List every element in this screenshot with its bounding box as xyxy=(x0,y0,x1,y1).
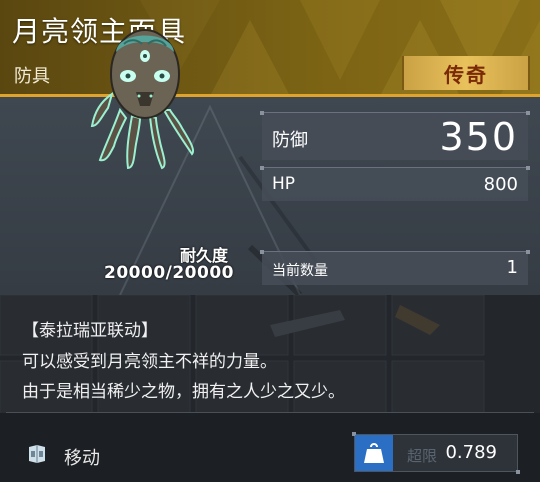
defense-label: 防御 xyxy=(272,130,308,151)
defense-stat: 防御 350 xyxy=(260,111,530,160)
overload-label: 超限 xyxy=(407,447,438,465)
rarity-label: 传奇 xyxy=(444,62,488,87)
item-header: 月亮领主面具 防具 传奇 xyxy=(0,0,540,96)
item-type: 防具 xyxy=(14,66,50,87)
weight-value: 0.789 xyxy=(445,442,497,463)
weight-display: 超限 0.789 xyxy=(352,432,520,474)
quantity-stat: 当前数量 1 xyxy=(260,250,530,285)
moon-lord-mask-icon xyxy=(90,22,200,172)
move-crate-icon xyxy=(29,445,45,463)
hp-stat: HP 800 xyxy=(260,166,530,201)
move-label[interactable]: 移动 xyxy=(64,444,100,470)
weight-icon-background xyxy=(355,435,393,471)
hp-label: HP xyxy=(272,174,296,194)
quantity-value: 1 xyxy=(506,257,518,278)
rarity-badge: 传奇 xyxy=(402,56,530,90)
weight-bag-icon xyxy=(364,443,384,463)
description-line-3: 由于是相当稀少之物，拥有之人少之又少。 xyxy=(22,382,345,402)
quantity-label: 当前数量 xyxy=(272,263,328,279)
description-line-1: 【泰拉瑞亚联动】 xyxy=(22,321,158,341)
item-tooltip-card: 月亮领主面具 防具 传奇 耐久度 20000/20000 防御 350 HP 8… xyxy=(0,0,540,482)
item-footer: 移动 超限 0.789 xyxy=(0,413,540,482)
defense-value: 350 xyxy=(439,115,518,159)
description-line-2: 可以感受到月亮领主不祥的力量。 xyxy=(22,352,277,372)
hp-value: 800 xyxy=(483,174,518,195)
durability-value: 20000/20000 xyxy=(104,263,234,283)
